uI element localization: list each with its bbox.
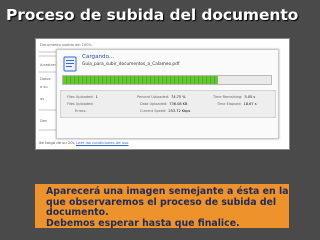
background-text: a su — [40, 85, 48, 89]
stat-files-uploaded: Files Uploaded: 1 — [67, 95, 98, 99]
terms-note: ite targa de su 20L Leer las condiciones… — [39, 140, 129, 145]
caption-text: Aparecerá una imagen semejante a ésta en… — [46, 186, 289, 229]
background-text: Arrastrar — [40, 63, 56, 67]
background-text: as — [40, 97, 45, 101]
background-text: Des — [40, 119, 47, 123]
background-text: Documento subido del 100% — [40, 43, 92, 47]
stat-percent-uploaded: Percent Uploaded: 74.75 % — [137, 95, 186, 99]
upload-screenshot: Documento subido del 100% Arrastrar Dato… — [35, 38, 290, 150]
stat-data-uploaded: Data Uploaded: 736.08 KB — [140, 102, 188, 106]
caption-line: Debemos esperar hasta que finalice. — [46, 217, 240, 229]
upload-progress-bar — [62, 75, 272, 85]
terms-link[interactable]: Leer las condiciones de uso — [76, 140, 128, 145]
upload-stats: Files Uploaded: 1 Files Uploaded: Errors:… — [60, 90, 276, 118]
background-text: Datos — [40, 77, 51, 81]
file-name: Guia_para_subir_documentos_a_Calameo.pdf — [82, 62, 180, 67]
stat-time-remaining: Time Remaining: 5.05 s — [213, 95, 256, 99]
stat-time-elapsed: Time Elapsed: 18.67 s — [217, 102, 257, 106]
caption-line: Aparecerá una imagen semejante a ésta en… — [46, 186, 289, 197]
caption-box: Aparecerá una imagen semejante a ésta en… — [35, 184, 289, 228]
upload-progress-fill — [63, 76, 219, 84]
loading-label: Cargando... — [82, 54, 115, 60]
stat-errors: Errors: — [75, 109, 87, 113]
document-icon — [63, 56, 77, 72]
upload-progress-dialog: Cargando... Guia_para_subir_documentos_a… — [56, 49, 279, 139]
stat-current-speed: Current Speed: 253.72 Kbps — [140, 109, 191, 113]
stat-files-uploaded-2: Files Uploaded: — [67, 102, 94, 106]
slide-title: Proceso de subida del documento — [6, 6, 299, 24]
caption-line: documento. — [46, 207, 109, 218]
